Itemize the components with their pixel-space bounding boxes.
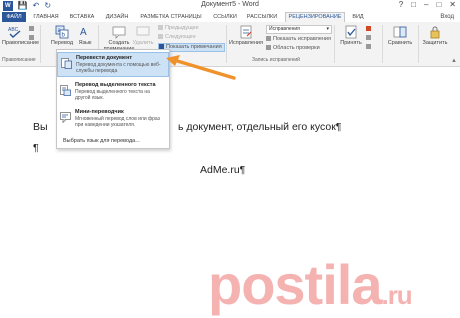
abc-count-icon[interactable] [29, 26, 36, 33]
menu-item-title: Перевести документ [76, 55, 133, 61]
previous-change-icon[interactable] [366, 35, 373, 42]
tab-home[interactable]: ГЛАВНАЯ [30, 12, 62, 22]
ribbon-tabs: ФАЙЛ ГЛАВНАЯ ВСТАВКА ДИЗАЙН РАЗМЕТКА СТР… [0, 12, 460, 23]
compare-icon [393, 25, 407, 39]
tab-references[interactable]: ССЫЛКИ [210, 12, 240, 22]
document-text-line1-end: ь документ, отдельный его кусок¶ [178, 121, 342, 133]
translate-selection-icon [60, 83, 71, 96]
separator [382, 25, 383, 63]
svg-text:A: A [80, 27, 87, 38]
next-change-icon[interactable] [366, 44, 373, 51]
watermark-text: postila [208, 253, 382, 316]
tab-view[interactable]: ВИД [350, 12, 366, 22]
menu-item-description: Мгновенный перевод слов или фраз при нав… [75, 116, 160, 128]
watermark-suffix: .ru [381, 280, 412, 310]
chevron-down-icon: ▾ [326, 26, 329, 32]
track-changes-label: Исправления [229, 40, 263, 46]
close-icon[interactable]: ✕ [449, 0, 456, 9]
reject-icon[interactable] [366, 26, 373, 33]
reviewing-pane-button[interactable]: Область проверки [266, 45, 320, 52]
next-comment-button[interactable]: Следующее [158, 34, 196, 41]
compare-button[interactable]: Сравнить [386, 25, 414, 46]
separator [40, 25, 41, 63]
word-count-icon[interactable] [29, 35, 36, 42]
tab-design[interactable]: ДИЗАЙН [102, 12, 132, 22]
help-icon[interactable]: ? [399, 0, 403, 9]
new-comment-icon [112, 25, 126, 39]
separator [334, 25, 335, 63]
translate-document-icon [61, 56, 72, 69]
menu-item-choose-language[interactable]: Выбрать язык для перевода... [57, 136, 169, 147]
show-markup-label: Показать исправления [273, 36, 331, 42]
menu-item-translate-document[interactable]: Перевести документ Перевод документа с п… [57, 52, 169, 77]
tab-insert[interactable]: ВСТАВКА [66, 12, 98, 22]
menu-item-description: Перевод выделенного текста на другой язы… [75, 89, 150, 101]
protect-label: Защитить [422, 40, 448, 46]
previous-comment-label: Предыдущее [165, 25, 199, 31]
tab-file[interactable]: ФАЙЛ [2, 12, 26, 22]
spelling-icon: ABC [8, 25, 22, 39]
menu-item-mini-translator[interactable]: Мини-переводчик Мгновенный перевод слов … [57, 107, 169, 133]
spelling-button[interactable]: ABC Правописание [2, 25, 39, 46]
arrow-shaft [172, 58, 236, 80]
protect-button[interactable]: Защитить [420, 25, 450, 46]
document-paragraph-mark: ¶ [33, 142, 39, 154]
lock-icon [428, 25, 442, 39]
window-controls: ? □ – □ ✕ [399, 0, 456, 9]
track-changes-button[interactable]: Исправления [229, 25, 263, 46]
compare-label: Сравнить [387, 40, 413, 46]
delete-comment-button[interactable]: Удалить [130, 25, 156, 46]
delete-comment-label: Удалить [132, 40, 154, 46]
svg-text:ABC: ABC [8, 27, 19, 33]
track-changes-icon [239, 25, 253, 39]
delete-comment-icon [136, 25, 150, 39]
annotation-arrow [166, 55, 236, 80]
menu-item-title: Мини-переводчик [75, 109, 124, 115]
previous-comment-button[interactable]: Предыдущее [158, 25, 199, 32]
separator [418, 25, 419, 63]
translate-icon: ab [55, 25, 69, 39]
language-button[interactable]: A Язык [75, 25, 95, 46]
menu-item-title: Выбрать язык для перевода... [63, 138, 140, 144]
mini-translator-icon [60, 110, 71, 124]
menu-item-title: Перевод выделенного текста [75, 82, 156, 88]
accept-label: Принять [340, 40, 362, 46]
translate-label: Перевод [50, 40, 74, 46]
collapse-ribbon-icon[interactable]: ▲ [451, 58, 457, 64]
language-icon: A [78, 25, 92, 39]
document-text-line3: AdMe.ru¶ [200, 164, 246, 176]
sign-in-link[interactable]: Вход [440, 12, 454, 22]
translate-button[interactable]: ab Перевод [50, 25, 74, 46]
document-text-line1-start: Вы [33, 121, 48, 133]
show-comments-label: Показать примечания [166, 44, 222, 50]
show-markup-button[interactable]: Показать исправления [266, 36, 331, 43]
tab-mailings[interactable]: РАССЫЛКИ [244, 12, 280, 22]
minimize-icon[interactable]: – [424, 0, 428, 9]
translate-menu: Перевести документ Перевод документа с п… [56, 49, 170, 149]
language-label: Язык [78, 40, 92, 46]
menu-item-translate-selection[interactable]: Перевод выделенного текста Перевод выдел… [57, 80, 169, 104]
group-label-proofing: Правописание [2, 57, 36, 63]
ribbon-options-icon[interactable]: □ [411, 0, 416, 9]
maximize-icon[interactable]: □ [436, 0, 441, 9]
reviewing-pane-label: Область проверки [273, 45, 320, 51]
accept-icon [344, 25, 358, 39]
markup-dropdown-value: Исправления [269, 26, 300, 32]
watermark: postila.ru [208, 252, 413, 317]
tab-layout[interactable]: РАЗМЕТКА СТРАНИЦЫ [137, 12, 205, 22]
window-title: Документ5 - Word [201, 1, 259, 8]
menu-item-description: Перевод документа с помощью веб-службы п… [76, 62, 161, 74]
accept-button[interactable]: Принять [338, 25, 364, 46]
next-comment-label: Следующее [165, 34, 196, 40]
markup-dropdown[interactable]: Исправления ▾ [266, 25, 332, 34]
group-label-tracking: Запись исправлений [252, 57, 300, 63]
